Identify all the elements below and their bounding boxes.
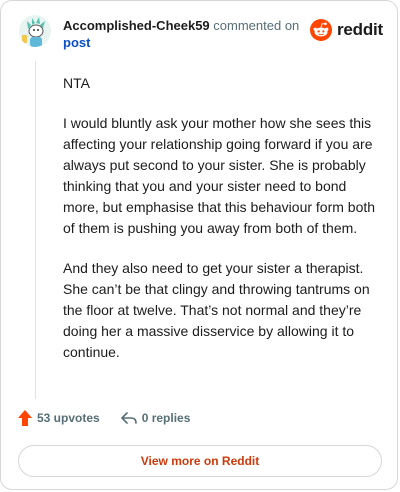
- upvote-count: 53 upvotes: [37, 411, 100, 425]
- upvote-arrow-icon: [18, 410, 32, 426]
- user-avatar[interactable]: [19, 15, 51, 47]
- comment-paragraph: I would bluntly ask your mother how she …: [63, 115, 376, 236]
- reply-count: 0 replies: [141, 411, 191, 425]
- comment-actions: 53 upvotes 0 replies: [17, 409, 190, 427]
- comment-embed-card: Accomplished-Cheek59 commented on post r…: [0, 0, 398, 490]
- reddit-wordmark: reddit: [336, 20, 383, 39]
- view-more-on-reddit-button[interactable]: View more on Reddit: [18, 445, 382, 477]
- comment-paragraph: And they also need to get your sister a …: [63, 260, 370, 360]
- commented-on-text: commented on: [213, 18, 300, 33]
- reply-icon: [120, 412, 137, 424]
- reddit-brand[interactable]: reddit: [309, 19, 383, 41]
- comment-meta: Accomplished-Cheek59 commented on post: [63, 17, 313, 51]
- replies-button[interactable]: 0 replies: [120, 411, 191, 425]
- upvote-button[interactable]: 53 upvotes: [17, 409, 100, 427]
- comment-body: NTA I would bluntly ask your mother how …: [63, 73, 383, 382]
- username[interactable]: Accomplished-Cheek59: [63, 18, 210, 33]
- thread-line: [35, 61, 36, 399]
- comment-paragraph: NTA: [63, 75, 90, 91]
- reddit-logo-icon: [309, 19, 332, 41]
- comment-header: Accomplished-Cheek59 commented on post r…: [19, 15, 383, 55]
- post-link[interactable]: post: [63, 35, 90, 50]
